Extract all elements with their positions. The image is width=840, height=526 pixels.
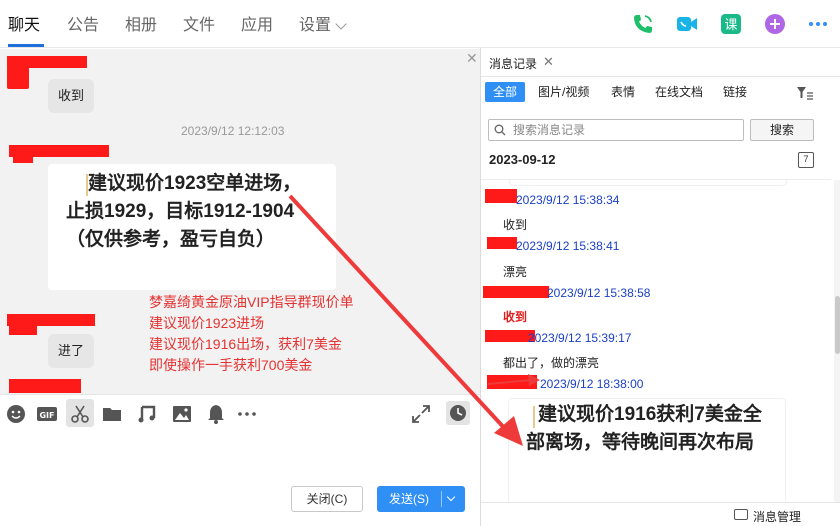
filter-all[interactable]: 全部 <box>485 82 526 102</box>
lesson-icon[interactable]: 课 <box>719 12 743 36</box>
video-call-icon[interactable] <box>675 12 699 36</box>
history-entry-time: 2023/9/12 15:38:34 <box>516 193 620 207</box>
history-entry-text[interactable]: 收到 <box>503 216 527 233</box>
more-icon[interactable] <box>806 12 830 36</box>
filter-media[interactable]: 图片/视频 <box>538 84 589 100</box>
send-button-label: 发送(S) <box>389 492 429 506</box>
add-app-icon[interactable] <box>763 12 787 36</box>
svg-text:课: 课 <box>724 18 737 33</box>
scrollbar-thumb[interactable] <box>835 296 840 354</box>
send-button[interactable]: 发送(S) <box>377 486 465 512</box>
history-entry-time: 2023/9/12 15:38:41 <box>516 239 620 253</box>
phone-icon[interactable] <box>631 12 655 36</box>
search-button[interactable]: 搜索 <box>750 119 814 141</box>
redacted-sender <box>487 237 517 249</box>
send-options-chevron-icon[interactable] <box>446 492 456 502</box>
bell-icon[interactable] <box>205 403 227 425</box>
scissors-icon[interactable] <box>69 403 91 425</box>
tab-chat[interactable]: 聊天 <box>8 16 40 36</box>
history-card-text: 建议现价1916获利7美金全部离场，等待晚间再次布局 <box>526 404 762 453</box>
annotation-text: 梦嘉绮黄金原油VIP指导群现价单 建议现价1923进场 建议现价1916出场，获… <box>149 294 354 373</box>
tab-settings[interactable]: 设置 <box>299 16 331 36</box>
close-icon[interactable]: ✕ <box>543 54 554 70</box>
history-entry-text[interactable]: 收到 <box>503 308 527 325</box>
filter-docs[interactable]: 在线文档 <box>655 84 703 100</box>
history-entry-time: 2023/9/12 15:39:17 <box>528 331 632 345</box>
input-toolbar: GIF <box>0 394 480 434</box>
message-timestamp: 2023/9/12 12:12:03 <box>181 124 285 138</box>
gif-icon[interactable]: GIF <box>36 403 58 425</box>
filter-icon[interactable] <box>796 85 814 101</box>
emoji-icon[interactable] <box>5 403 27 425</box>
active-tab-indicator <box>8 44 44 47</box>
history-date: 2023-09-12 <box>489 152 556 167</box>
search-icon <box>494 124 506 136</box>
top-tab-bar: 聊天 公告 相册 文件 应用 设置 课 <box>0 0 840 48</box>
chevron-down-icon[interactable] <box>335 18 347 30</box>
redacted-avatar <box>7 67 29 89</box>
message-bubble[interactable]: 进了 <box>48 334 95 368</box>
svg-text:GIF: GIF <box>39 411 54 420</box>
clock-icon[interactable] <box>446 401 470 425</box>
message-card[interactable]: 建议现价1923空单进场，止损1929，目标1912-1904（仅供参考，盈亏自… <box>48 164 336 290</box>
more-dots-icon[interactable] <box>236 403 258 425</box>
calendar-icon[interactable]: 7 <box>798 152 814 168</box>
redacted-name <box>9 379 81 393</box>
message-bubble[interactable]: 收到 <box>48 79 95 113</box>
filter-stickers[interactable]: 表情 <box>611 84 635 100</box>
history-entry-text[interactable]: 漂亮 <box>503 263 527 280</box>
message-manager-button[interactable]: 消息管理 <box>753 508 801 525</box>
expand-icon[interactable] <box>410 403 432 425</box>
music-icon[interactable] <box>136 403 158 425</box>
tab-announcement[interactable]: 公告 <box>67 16 99 36</box>
redacted-sender <box>483 286 549 298</box>
search-input[interactable]: 搜索消息记录 <box>488 119 744 141</box>
message-manager-icon[interactable] <box>734 509 748 520</box>
message-card-text: 建议现价1923空单进场，止损1929，目标1912-1904（仅供参考，盈亏自… <box>66 173 302 250</box>
history-entry-time: 2023/9/12 15:38:58 <box>547 286 651 300</box>
redacted-sender <box>485 189 517 203</box>
close-button[interactable]: 关闭(C) <box>291 486 363 512</box>
message-input[interactable] <box>0 434 480 526</box>
history-entry-time: 2023/9/12 18:38:00 <box>540 377 644 391</box>
redacted-avatar <box>9 325 37 335</box>
redacted-sender <box>487 375 537 389</box>
tab-apps[interactable]: 应用 <box>241 16 273 36</box>
history-entry-text[interactable]: 都出了，做的漂亮 <box>503 354 599 371</box>
folder-icon[interactable] <box>101 403 123 425</box>
message-history-panel: 消息记录 ✕ 全部 图片/视频 表情 在线文档 链接 搜索消息记录 搜索 202… <box>481 48 840 526</box>
history-tab-title[interactable]: 消息记录 <box>489 55 537 72</box>
redacted-avatar <box>13 153 33 163</box>
close-icon[interactable]: ✕ <box>466 50 478 67</box>
tab-files[interactable]: 文件 <box>183 16 215 36</box>
tab-album[interactable]: 相册 <box>125 16 157 36</box>
image-icon[interactable] <box>171 403 193 425</box>
filter-links[interactable]: 链接 <box>723 84 747 100</box>
